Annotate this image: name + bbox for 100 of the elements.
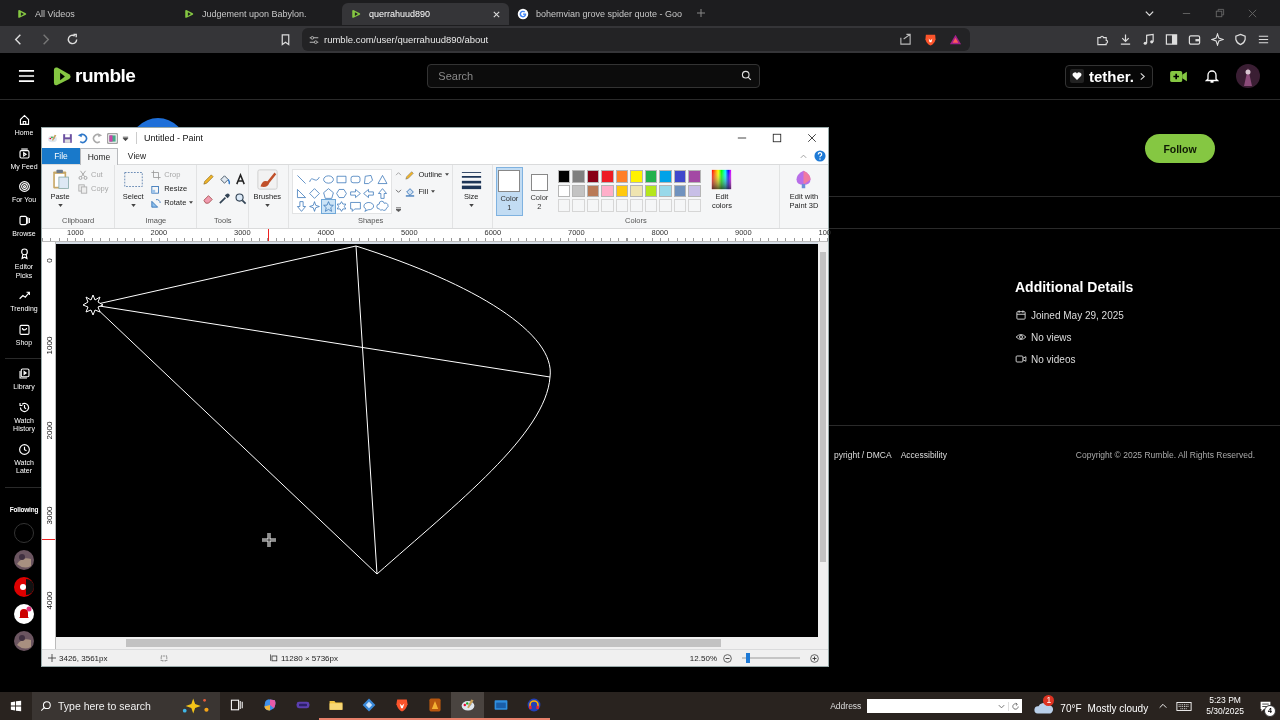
browser-tab[interactable]: Judgement upon Babylon. xyxy=(175,3,342,25)
star-shape-icon[interactable] xyxy=(335,200,349,213)
footer-link[interactable]: Accessibility xyxy=(900,450,947,460)
help-icon[interactable] xyxy=(814,150,826,162)
color-swatch[interactable] xyxy=(673,184,687,197)
color-swatch[interactable] xyxy=(659,170,672,183)
up-arrow-shape-icon[interactable] xyxy=(375,186,389,200)
text-tool-icon[interactable] xyxy=(234,173,248,186)
keyboard-icon[interactable] xyxy=(1176,700,1193,712)
channel-avatar[interactable] xyxy=(14,576,34,597)
zoom-in-icon[interactable] xyxy=(810,653,819,663)
color-picker-icon[interactable] xyxy=(218,192,232,205)
triangle-shape-icon[interactable] xyxy=(375,173,389,186)
color-swatch[interactable] xyxy=(557,170,571,183)
avatar[interactable] xyxy=(1236,64,1260,88)
color-swatch[interactable] xyxy=(673,170,687,183)
download-icon[interactable] xyxy=(1119,33,1132,46)
close-icon[interactable] xyxy=(807,133,817,143)
rounded-rectangle-shape-icon[interactable] xyxy=(348,173,362,186)
reload-icon[interactable] xyxy=(66,33,79,46)
scroll-down-icon[interactable] xyxy=(395,189,403,194)
music-note-icon[interactable] xyxy=(1142,33,1155,46)
left-arrow-shape-icon[interactable] xyxy=(362,186,376,200)
sparkle-icon[interactable] xyxy=(1211,33,1224,46)
color-swatch[interactable] xyxy=(615,184,629,197)
horizontal-scrollbar[interactable] xyxy=(56,637,828,649)
search-field[interactable]: Search xyxy=(427,64,761,88)
weather-widget[interactable]: 1 70°F Mostly cloudy xyxy=(1034,694,1149,718)
polygon-shape-icon[interactable] xyxy=(362,173,376,186)
bell-icon[interactable] xyxy=(1205,68,1219,84)
color-swatch[interactable] xyxy=(615,170,629,183)
magnifier-icon[interactable] xyxy=(234,192,248,205)
pencil-icon[interactable] xyxy=(202,173,216,186)
site-logo[interactable]: rumble xyxy=(75,65,136,87)
wallet-icon[interactable] xyxy=(1188,33,1201,46)
shield-icon[interactable] xyxy=(1234,33,1247,46)
puzzle-icon[interactable] xyxy=(1096,33,1109,46)
color-swatch[interactable] xyxy=(586,184,600,197)
bookmark-icon[interactable] xyxy=(279,33,292,46)
color-swatch[interactable] xyxy=(601,184,614,197)
hexagon-shape-icon[interactable] xyxy=(335,186,349,200)
sponsor-button[interactable]: tether. xyxy=(1065,64,1153,88)
undo-icon[interactable] xyxy=(77,132,88,144)
pentagon-shape-icon[interactable] xyxy=(321,186,335,200)
browser-tab[interactable]: bohemvian grove spider quote - Goo xyxy=(509,3,691,25)
slider-thumb[interactable] xyxy=(745,653,750,663)
scroll-up-icon[interactable] xyxy=(395,171,403,176)
taskbar-search-field[interactable]: Type here to search xyxy=(32,692,220,720)
taskbar-app[interactable] xyxy=(451,692,484,720)
browser-tab[interactable]: querrahuud890 xyxy=(342,3,509,25)
zoom-out-icon[interactable] xyxy=(723,653,732,663)
sidebar-icon[interactable] xyxy=(1165,33,1178,46)
browser-tab[interactable]: All Videos xyxy=(8,3,175,25)
expand-icon[interactable] xyxy=(395,207,403,212)
triangle-icon[interactable] xyxy=(949,33,962,46)
star-shape-icon[interactable] xyxy=(308,200,322,213)
redo-icon[interactable] xyxy=(92,132,103,144)
video-camera-plus-icon[interactable] xyxy=(1169,69,1188,83)
site-settings-icon[interactable] xyxy=(308,33,320,46)
play-logo-icon[interactable] xyxy=(53,65,72,87)
search-icon[interactable] xyxy=(741,70,753,81)
color-swatch[interactable] xyxy=(601,170,614,183)
color-swatch[interactable] xyxy=(572,170,585,183)
save-icon[interactable] xyxy=(62,132,73,144)
color-picker-icon[interactable] xyxy=(107,132,118,144)
vertical-scrollbar[interactable] xyxy=(818,242,828,637)
dropdown-icon[interactable] xyxy=(122,134,129,142)
follow-button[interactable]: Follow xyxy=(1145,134,1215,163)
new-tab-icon[interactable] xyxy=(696,8,707,18)
star-shape-icon[interactable] xyxy=(321,200,335,213)
footer-link[interactable]: pyright / DMCA xyxy=(834,450,892,460)
right-triangle-shape-icon[interactable] xyxy=(294,186,308,200)
chevron-up-icon[interactable] xyxy=(1158,701,1169,711)
ribbon-tab[interactable]: View xyxy=(118,148,156,164)
color-swatch[interactable] xyxy=(630,170,643,183)
channel-avatar[interactable] xyxy=(14,603,34,624)
right-arrow-shape-icon[interactable] xyxy=(348,186,362,200)
color-swatch[interactable] xyxy=(644,184,658,197)
color-swatch[interactable] xyxy=(586,170,600,183)
cloud-callout-shape-icon[interactable] xyxy=(375,200,389,213)
file-tab[interactable]: File xyxy=(42,148,80,164)
color-swatch[interactable] xyxy=(644,170,658,183)
line-shape-icon[interactable] xyxy=(294,173,308,186)
callout-shape-icon[interactable] xyxy=(348,200,362,213)
maximize-icon[interactable] xyxy=(772,133,782,143)
color-swatch[interactable] xyxy=(688,184,701,197)
color-swatch[interactable] xyxy=(659,184,672,197)
menu-icon[interactable] xyxy=(18,69,35,83)
fill-bucket-icon[interactable] xyxy=(218,173,232,186)
address-field[interactable] xyxy=(867,699,1023,713)
down-arrow-shape-icon[interactable] xyxy=(294,200,308,213)
share-icon[interactable] xyxy=(899,33,912,46)
address-field[interactable]: rumble.com/user/querrahuud890/about xyxy=(302,28,970,51)
diamond-shape-icon[interactable] xyxy=(308,186,322,200)
callout-shape-icon[interactable] xyxy=(362,200,376,213)
color-swatch[interactable] xyxy=(572,184,585,197)
ribbon-tab[interactable]: Home xyxy=(80,148,118,165)
clock[interactable]: 5:23 PM 5/30/2025 xyxy=(1206,695,1244,717)
oval-shape-icon[interactable] xyxy=(321,173,335,186)
color-swatch[interactable] xyxy=(630,184,643,197)
